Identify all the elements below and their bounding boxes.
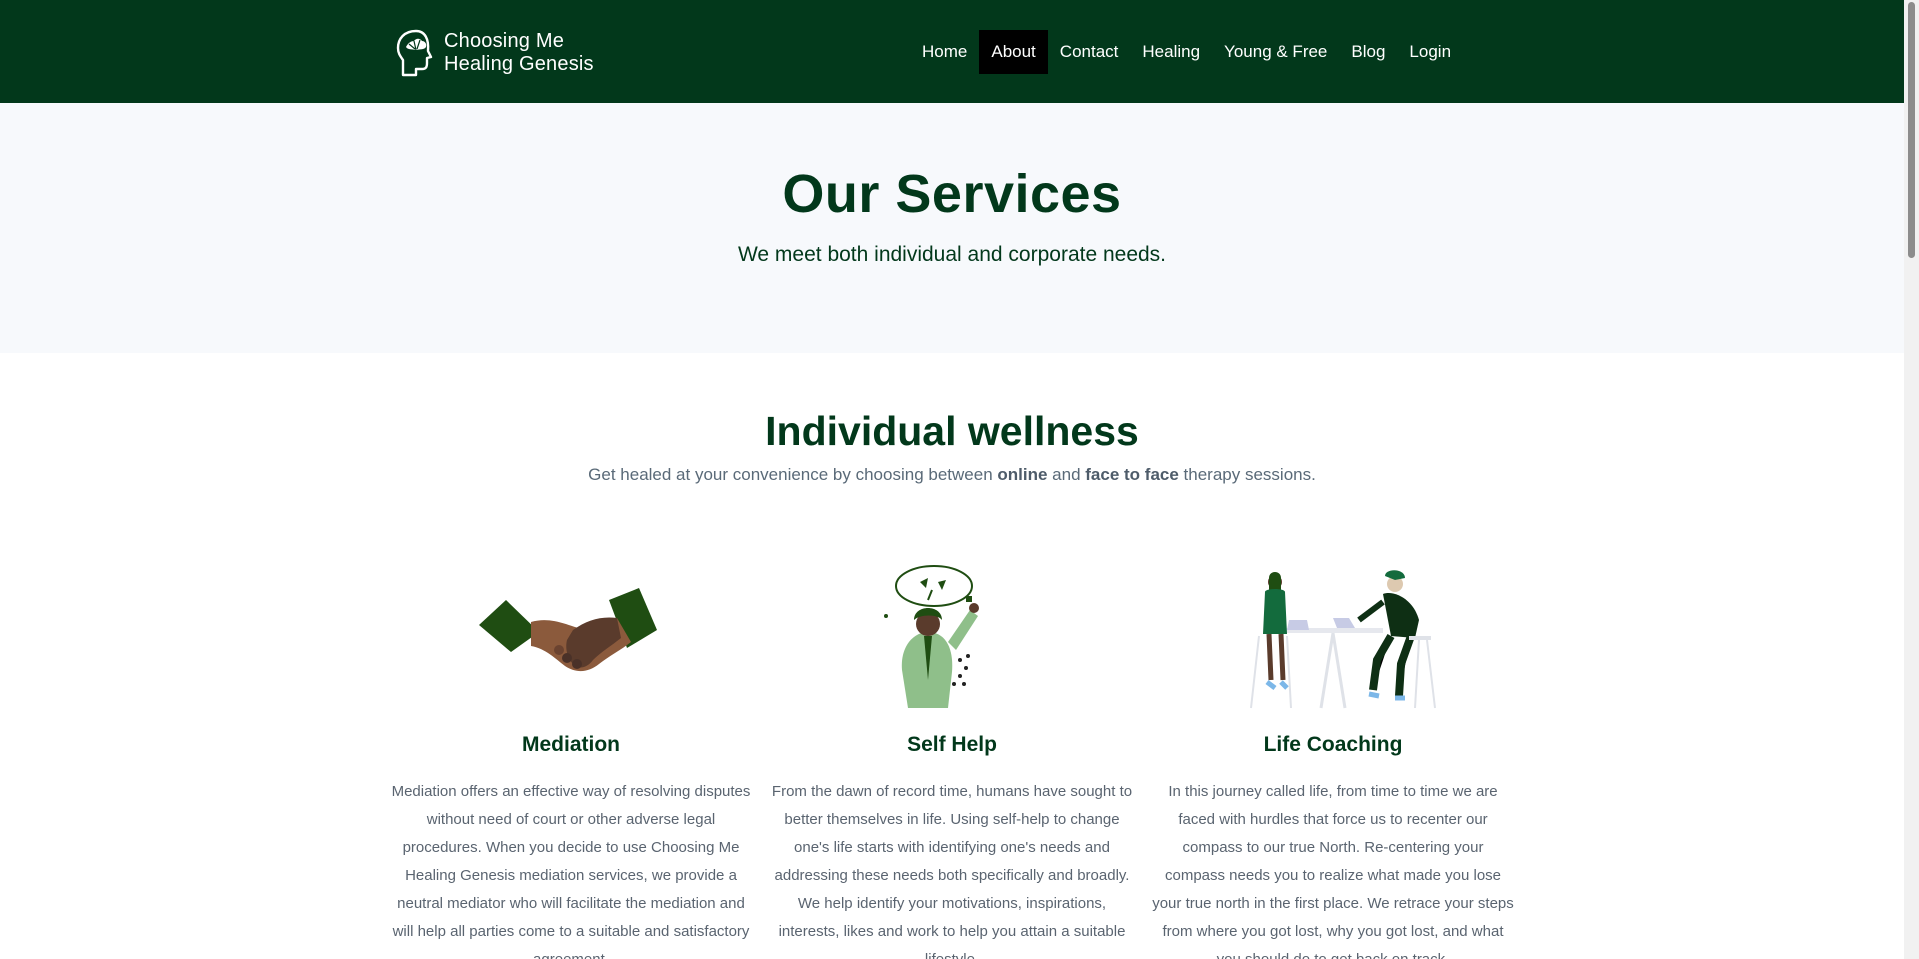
section-subtitle-post: therapy sessions.	[1178, 465, 1316, 484]
card-body: From the dawn of record time, humans hav…	[771, 783, 1133, 959]
brand-name-line1: Choosing Me	[444, 30, 565, 52]
self-help-illustration-icon	[884, 565, 979, 708]
section-title: Individual wellness	[765, 408, 1139, 454]
coaching-illustration-icon	[1250, 570, 1436, 709]
service-card-mediation: Mediation Mediation offers an effective …	[390, 560, 752, 959]
service-card-self-help: Self Help From the dawn of record time, …	[771, 560, 1133, 959]
card-title: Self Help	[907, 733, 997, 756]
nav-young-free[interactable]: Young & Free	[1212, 30, 1339, 74]
page-title: Our Services	[782, 164, 1122, 224]
section-subtitle-mid: and	[1047, 465, 1086, 484]
card-body: Mediation offers an effective way of res…	[391, 783, 751, 959]
service-card-life-coaching: Life Coaching In this journey called lif…	[1152, 560, 1514, 959]
services-hero: Our Services We meet both individual and…	[0, 103, 1904, 353]
head-tree-logo-icon	[396, 29, 433, 77]
section-subtitle-pre: Get healed at your convenience by choosi…	[588, 465, 998, 484]
main-nav: Home About Contact Healing Young & Free …	[910, 30, 1463, 74]
nav-login[interactable]: Login	[1397, 30, 1463, 74]
brand-logo-link[interactable]: Choosing Me Healing Genesis	[394, 27, 594, 79]
site-header: Choosing Me Healing Genesis Home About C…	[0, 0, 1904, 103]
section-subtitle-online: online	[997, 465, 1048, 484]
section-subtitle-face: face to face	[1085, 465, 1179, 484]
page-scrollbar[interactable]	[1904, 0, 1919, 959]
nav-home[interactable]: Home	[910, 30, 979, 74]
brand-name-line2: Healing Genesis	[444, 53, 594, 75]
handshake-illustration-icon	[479, 588, 657, 672]
service-cards: Mediation Mediation offers an effective …	[390, 560, 1514, 959]
card-title: Mediation	[522, 733, 620, 756]
page-subtitle: We meet both individual and corporate ne…	[737, 243, 1167, 266]
scrollbar-thumb[interactable]	[1908, 2, 1915, 258]
nav-about[interactable]: About	[979, 30, 1048, 74]
card-title: Life Coaching	[1263, 733, 1403, 756]
nav-healing[interactable]: Healing	[1130, 30, 1212, 74]
nav-contact[interactable]: Contact	[1048, 30, 1131, 74]
card-body: In this journey called life, from time t…	[1152, 783, 1514, 959]
section-subtitle: Get healed at your convenience by choosi…	[0, 465, 1904, 485]
nav-blog[interactable]: Blog	[1339, 30, 1397, 74]
